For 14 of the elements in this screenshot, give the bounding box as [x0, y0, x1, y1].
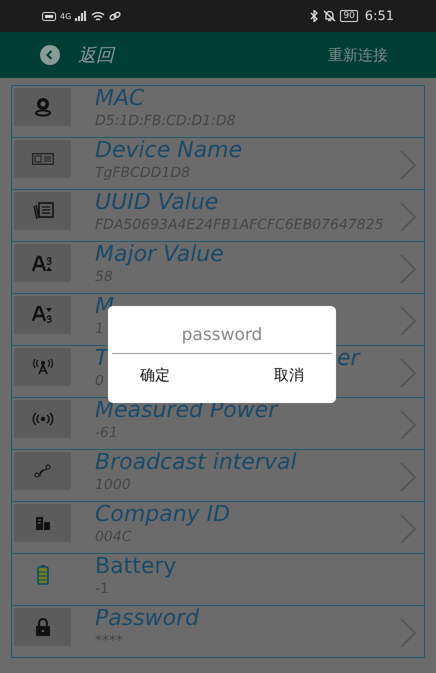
item-title: er — [337, 346, 360, 372]
item-title: Major Value — [95, 242, 224, 268]
item-title: Password — [95, 606, 200, 632]
item-title: Company ID — [95, 502, 230, 528]
item-title: MAC — [95, 86, 144, 112]
item-title: Device Name — [95, 138, 242, 164]
network-type: 4G — [60, 12, 72, 20]
item-title: T — [95, 346, 108, 372]
item-title: Battery — [95, 554, 176, 580]
item-value: **** — [95, 632, 123, 651]
item-title: Broadcast interval — [95, 450, 297, 476]
item-title: UUID Value — [95, 190, 218, 216]
clock-time: 6:51 — [364, 8, 394, 24]
battery-level: 90 — [340, 10, 358, 22]
